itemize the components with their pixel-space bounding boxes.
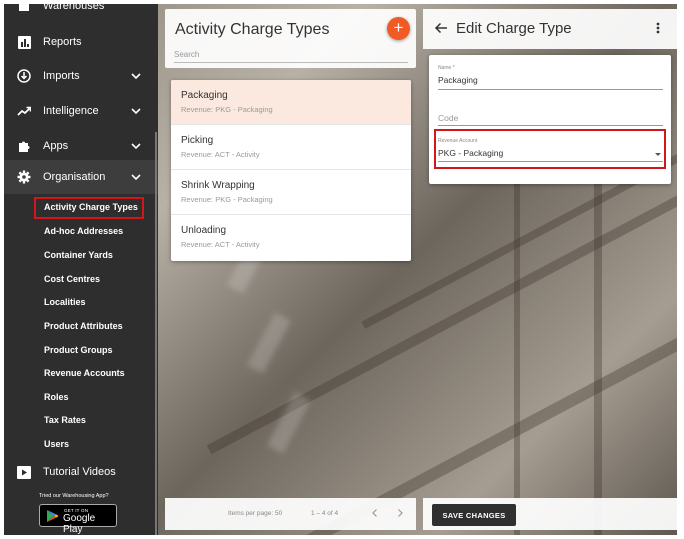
trending-up-icon xyxy=(16,103,32,119)
list-item-subtitle: Revenue: ACT - Activity xyxy=(181,240,260,249)
sidebar-item-intelligence[interactable]: Intelligence xyxy=(4,94,158,128)
list-item[interactable]: Unloading Revenue: ACT - Activity xyxy=(171,215,411,260)
page-title: Activity Charge Types xyxy=(175,21,330,38)
list-item[interactable]: Picking Revenue: ACT - Activity xyxy=(171,125,411,170)
name-field-underline xyxy=(438,89,663,90)
name-field[interactable]: Packaging xyxy=(438,75,478,85)
sidebar-item-label: Tutorial Videos xyxy=(43,466,116,478)
list-item[interactable]: Packaging Revenue: PKG - Packaging xyxy=(171,80,411,125)
sidebar-subitem-cost-centres[interactable]: Cost Centres xyxy=(44,274,100,284)
list-item-name: Unloading xyxy=(181,225,227,236)
chevron-down-icon xyxy=(131,174,141,181)
revenue-account-select[interactable]: PKG - Packaging xyxy=(438,148,503,158)
sidebar-item-label: Warehouses xyxy=(43,4,105,12)
sidebar-item-reports[interactable]: Reports xyxy=(4,25,158,59)
edit-panel-title: Edit Charge Type xyxy=(456,20,572,37)
sidebar-item-label: Apps xyxy=(43,140,69,152)
sidebar-subitem-product-attributes[interactable]: Product Attributes xyxy=(44,321,123,331)
chevron-left-icon[interactable] xyxy=(369,507,381,519)
sidebar-item-warehouses[interactable]: Warehouses xyxy=(4,4,158,23)
sidebar-subitem-users[interactable]: Users xyxy=(44,439,69,449)
plus-icon: + xyxy=(393,18,404,37)
charge-types-list: Packaging Revenue: PKG - Packaging Picki… xyxy=(171,80,411,261)
sidebar-item-label: Organisation xyxy=(43,171,106,183)
revenue-account-label: Revenue Account xyxy=(438,138,478,144)
sidebar-item-organisation[interactable]: Organisation xyxy=(4,160,158,194)
app-window: Warehouses Reports Imports Intelligence xyxy=(4,4,677,535)
list-item-subtitle: Revenue: ACT - Activity xyxy=(181,150,260,159)
sidebar-subitem-container-yards[interactable]: Container Yards xyxy=(44,250,113,260)
page-range: 1 – 4 of 4 xyxy=(311,510,339,517)
sidebar-item-label: Reports xyxy=(43,36,82,48)
pagination-bar: Items per page: 50 1 – 4 of 4 xyxy=(165,498,416,530)
chevron-down-icon xyxy=(131,73,141,80)
chevron-down-icon xyxy=(131,108,141,115)
google-play-icon xyxy=(47,510,59,522)
sidebar-item-apps[interactable]: Apps xyxy=(4,129,158,163)
edit-charge-type-panel: Edit Charge Type Name * Packaging Revenu… xyxy=(423,9,677,530)
charge-types-list-panel: Activity Charge Types + Packaging Revenu… xyxy=(165,9,416,530)
charge-type-form: Name * Packaging Revenue Account PKG - P… xyxy=(429,55,671,184)
code-field[interactable] xyxy=(438,111,663,126)
puzzle-icon xyxy=(16,138,32,154)
list-item-name: Shrink Wrapping xyxy=(181,180,255,191)
save-changes-button[interactable]: SAVE CHANGES xyxy=(432,504,516,526)
revenue-account-underline xyxy=(438,161,663,162)
badge-big-text: Google Play xyxy=(63,513,96,535)
sidebar-item-imports[interactable]: Imports xyxy=(4,59,158,93)
app-promo-text: Tried our Warehousing App? xyxy=(39,493,109,499)
edit-panel-header: Edit Charge Type xyxy=(423,9,677,49)
arrow-left-icon[interactable] xyxy=(434,21,448,35)
sidebar-item-label: Imports xyxy=(43,70,80,82)
sidebar: Warehouses Reports Imports Intelligence xyxy=(4,4,158,535)
name-field-label: Name * xyxy=(438,65,455,71)
sidebar-subitem-tax-rates[interactable]: Tax Rates xyxy=(44,415,86,425)
search-input[interactable] xyxy=(174,47,408,63)
list-item-name: Packaging xyxy=(181,90,228,101)
list-item[interactable]: Shrink Wrapping Revenue: PKG - Packaging xyxy=(171,170,411,215)
import-icon xyxy=(16,68,32,84)
sidebar-subitem-adhoc-addresses[interactable]: Ad-hoc Addresses xyxy=(44,226,123,236)
sidebar-subitem-localities[interactable]: Localities xyxy=(44,297,86,307)
chevron-down-icon xyxy=(131,143,141,150)
bar-chart-icon xyxy=(16,34,32,50)
list-item-subtitle: Revenue: PKG - Packaging xyxy=(181,105,273,114)
sidebar-item-tutorial-videos[interactable]: Tutorial Videos xyxy=(4,455,158,489)
sidebar-item-label: Intelligence xyxy=(43,105,99,117)
items-per-page[interactable]: Items per page: 50 xyxy=(228,510,282,517)
gear-icon xyxy=(16,169,32,185)
highlight-box xyxy=(34,197,144,219)
google-play-badge[interactable]: GET IT ON Google Play xyxy=(39,504,117,535)
sidebar-subitem-roles[interactable]: Roles xyxy=(44,392,69,402)
sidebar-scrollbar[interactable] xyxy=(155,132,157,535)
video-icon xyxy=(16,464,32,480)
more-vert-icon[interactable] xyxy=(652,21,664,35)
add-button[interactable]: + xyxy=(387,17,410,40)
sidebar-subitem-revenue-accounts[interactable]: Revenue Accounts xyxy=(44,368,125,378)
chevron-right-icon[interactable] xyxy=(394,507,406,519)
dropdown-arrow-icon[interactable] xyxy=(655,153,661,156)
warehouse-icon xyxy=(16,4,32,14)
list-item-subtitle: Revenue: PKG - Packaging xyxy=(181,195,273,204)
sidebar-subitem-product-groups[interactable]: Product Groups xyxy=(44,345,113,355)
edit-panel-footer: SAVE CHANGES xyxy=(423,498,677,530)
list-item-name: Picking xyxy=(181,135,214,146)
list-panel-header: Activity Charge Types + xyxy=(165,9,416,68)
